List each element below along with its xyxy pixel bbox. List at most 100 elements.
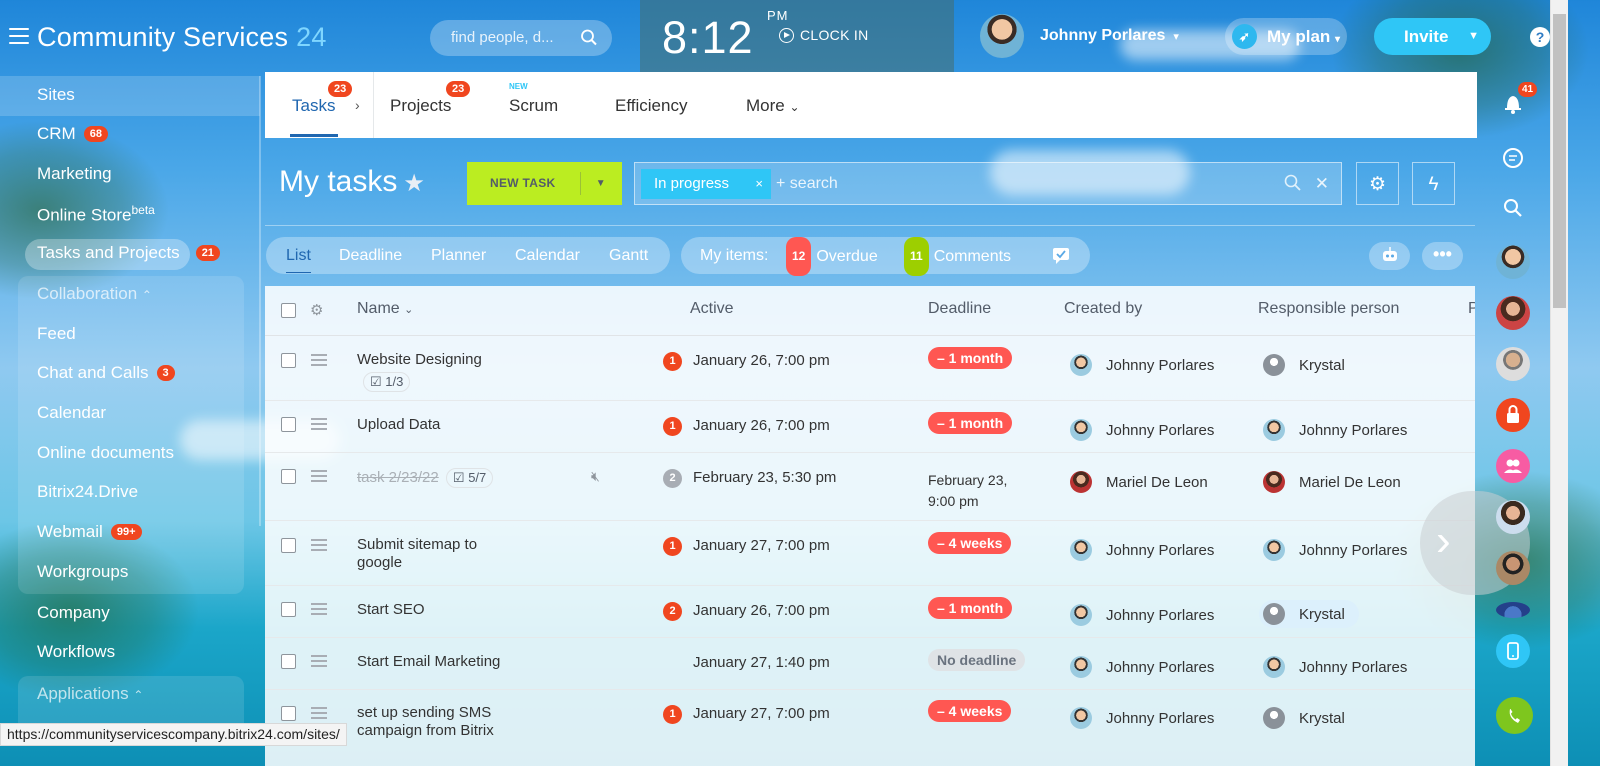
chat-icon[interactable] <box>1496 141 1530 175</box>
row-checkbox[interactable] <box>281 654 296 669</box>
row-checkbox[interactable] <box>281 353 296 368</box>
deadline-badge[interactable]: – 4 weeks <box>928 532 1012 554</box>
menu-item-chat-calls[interactable]: Chat and Calls 3 <box>37 363 175 383</box>
search-icon[interactable] <box>580 20 598 70</box>
created-by[interactable]: Johnny Porlares <box>1070 539 1214 561</box>
view-calendar[interactable]: Calendar <box>515 237 580 274</box>
page-scrollbar[interactable] <box>1550 0 1568 766</box>
view-deadline[interactable]: Deadline <box>339 237 402 274</box>
read-all-icon[interactable] <box>1051 237 1071 288</box>
new-task-button[interactable]: NEW TASK ▼ <box>467 162 622 205</box>
scrollbar-thumb[interactable] <box>1553 14 1566 308</box>
drag-handle-icon[interactable] <box>311 603 327 618</box>
task-name[interactable]: Start SEO <box>357 601 425 619</box>
task-name[interactable]: set up sending SMS campaign from Bitrix <box>357 704 494 740</box>
responsible-person[interactable]: Krystal <box>1263 707 1345 729</box>
deadline-badge[interactable]: – 4 weeks <box>928 700 1012 722</box>
settings-gear-icon[interactable]: ⚙ <box>1356 162 1399 205</box>
task-name[interactable]: Website Designing ☑ 1/3 <box>357 351 482 392</box>
deadline-badge[interactable]: No deadline <box>928 649 1026 671</box>
caret-down-icon[interactable]: ▼ <box>596 162 606 205</box>
drag-handle-icon[interactable] <box>311 655 327 670</box>
clear-icon[interactable]: ✕ <box>1315 174 1329 193</box>
tab-projects[interactable]: Projects 23 <box>390 81 471 116</box>
deadline-badge[interactable]: – 1 month <box>928 597 1013 619</box>
row-checkbox[interactable] <box>281 417 296 432</box>
menu-item-workgroups[interactable]: Workgroups <box>37 562 128 582</box>
phone-icon[interactable] <box>1496 697 1533 734</box>
row-checkbox[interactable] <box>281 538 296 553</box>
contact-avatar[interactable] <box>1496 347 1530 381</box>
table-row[interactable]: Start SEO 2 January 26, 7:00 pm – 1 mont… <box>265 586 1475 638</box>
tab-more[interactable]: More ⌄ <box>746 96 800 116</box>
comments-filter[interactable]: 11 Comments <box>904 237 1011 276</box>
table-row[interactable]: set up sending SMS campaign from Bitrix 1… <box>265 690 1475 766</box>
column-settings-gear-icon[interactable]: ⚙ <box>310 301 323 319</box>
menu-item-tasks-projects[interactable]: Tasks and Projects 21 <box>37 243 220 263</box>
portal-title[interactable]: Community Services 24 <box>37 22 327 53</box>
invite-button[interactable]: Invite ▼ <box>1374 18 1491 55</box>
menu-item-calendar[interactable]: Calendar <box>37 403 106 423</box>
select-all-checkbox[interactable] <box>281 303 296 318</box>
deadline-badge[interactable]: – 1 month <box>928 347 1013 369</box>
column-extra[interactable]: P <box>1468 300 1475 318</box>
menu-section-applications[interactable]: Applications ⌃ <box>37 684 143 704</box>
subtask-count[interactable]: ☑ 1/3 <box>363 372 411 392</box>
drag-handle-icon[interactable] <box>311 707 327 722</box>
table-row[interactable]: Submit sitemap to google 1 January 27, 7:… <box>265 521 1475 586</box>
hamburger-menu-icon[interactable] <box>9 28 29 44</box>
menu-item-feed[interactable]: Feed <box>37 324 76 344</box>
global-search-input[interactable]: find people, d... <box>430 20 612 56</box>
drag-handle-icon[interactable] <box>311 470 327 485</box>
search-icon[interactable] <box>1284 174 1307 193</box>
menu-item-company[interactable]: Company <box>37 603 110 623</box>
tab-scrum[interactable]: NEW Scrum <box>509 82 558 116</box>
view-gantt[interactable]: Gantt <box>609 237 648 274</box>
row-checkbox[interactable] <box>281 469 296 484</box>
row-checkbox[interactable] <box>281 602 296 617</box>
contact-avatar[interactable] <box>1496 500 1530 534</box>
responsible-person[interactable]: Krystal <box>1263 354 1345 376</box>
bell-icon[interactable]: 41 <box>1496 82 1538 120</box>
star-icon[interactable]: ★ <box>403 170 425 197</box>
menu-item-sites[interactable]: Sites <box>37 85 75 105</box>
filter-search-box[interactable]: In progress × + search ✕ <box>634 162 1342 205</box>
drag-handle-icon[interactable] <box>311 539 327 554</box>
remove-filter-icon[interactable]: × <box>755 169 763 199</box>
contact-avatar[interactable] <box>1496 296 1530 330</box>
responsible-person[interactable]: Krystal <box>1259 600 1359 628</box>
column-created-by[interactable]: Created by <box>1064 300 1142 318</box>
view-planner[interactable]: Planner <box>431 237 486 274</box>
mute-icon[interactable]: 🔇︎ <box>591 468 600 485</box>
task-name[interactable]: task 2/23/22 ☑ 5/7 <box>357 468 494 488</box>
created-by[interactable]: Johnny Porlares <box>1070 419 1214 441</box>
created-by[interactable]: Johnny Porlares <box>1070 656 1214 678</box>
chevron-right-icon[interactable]: › <box>355 97 360 113</box>
contact-avatar[interactable] <box>1496 551 1530 585</box>
view-list[interactable]: List <box>286 239 311 273</box>
contact-avatar[interactable] <box>1496 602 1530 618</box>
my-plan-button[interactable]: ➶ My plan ▾ <box>1225 18 1347 55</box>
row-checkbox[interactable] <box>281 706 296 721</box>
menu-item-online-store[interactable]: Online Storebeta <box>37 203 155 226</box>
created-by[interactable]: Johnny Porlares <box>1070 707 1214 729</box>
created-by[interactable]: Johnny Porlares <box>1070 604 1214 626</box>
column-active[interactable]: Active <box>690 300 734 318</box>
overdue-filter[interactable]: 12 Overdue <box>786 237 878 276</box>
lock-icon[interactable] <box>1496 398 1530 432</box>
menu-section-collaboration[interactable]: Collaboration ⌃ <box>37 284 152 304</box>
subtask-count[interactable]: ☑ 5/7 <box>445 468 494 488</box>
task-name[interactable]: Start Email Marketing <box>357 653 500 671</box>
column-responsible[interactable]: Responsible person <box>1258 300 1399 318</box>
menu-item-webmail[interactable]: Webmail 99+ <box>37 522 142 542</box>
lightning-icon[interactable]: ϟ <box>1412 162 1455 205</box>
deadline-date[interactable]: February 23, 9:00 pm <box>928 470 1007 512</box>
created-by[interactable]: Mariel De Leon <box>1070 471 1208 493</box>
filter-search-input[interactable]: + search <box>776 163 838 204</box>
more-options-icon[interactable]: ••• <box>1422 242 1463 270</box>
group-chat-avatar[interactable] <box>1496 245 1530 279</box>
task-name[interactable]: Upload Data <box>357 416 440 434</box>
column-deadline[interactable]: Deadline <box>928 300 991 318</box>
menu-item-online-documents[interactable]: Online documents <box>37 443 174 463</box>
clock-in-button[interactable]: CLOCK IN <box>779 27 869 43</box>
